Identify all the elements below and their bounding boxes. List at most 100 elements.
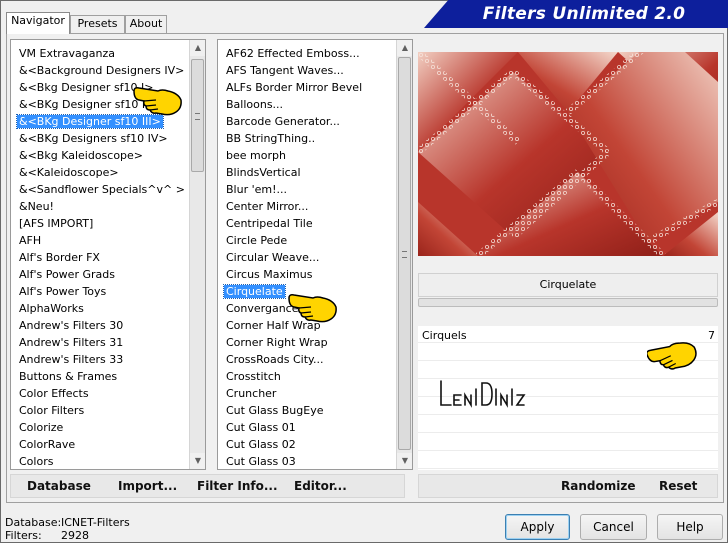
category-item-label: &<Kaleidoscope> <box>19 166 119 179</box>
category-item[interactable]: Color Filters <box>11 402 189 419</box>
filter-item[interactable]: Center Mirror... <box>218 198 396 215</box>
filter-listbox[interactable]: AF62 Effected Emboss... AFS Tangent Waves… <box>217 39 413 470</box>
category-item-label: Alf's Power Toys <box>19 285 107 298</box>
category-item[interactable]: Alf's Power Grads <box>11 266 189 283</box>
filter-item[interactable]: Cut Glass 03 <box>218 453 396 469</box>
category-item[interactable]: ColorRave <box>11 436 189 453</box>
filter-item[interactable]: Balloons... <box>218 96 396 113</box>
category-item-label: Andrew's Filters 33 <box>19 353 124 366</box>
filter-info-button[interactable]: Filter Info... <box>197 475 278 497</box>
cancel-button[interactable]: Cancel <box>580 514 647 540</box>
filter-item-label: AFS Tangent Waves... <box>226 64 344 77</box>
category-item-label: ColorRave <box>19 438 76 451</box>
filter-item[interactable]: Cut Glass 01 <box>218 419 396 436</box>
filter-item-label: Corner Right Wrap <box>226 336 328 349</box>
category-item-label: Buttons & Frames <box>19 370 118 383</box>
category-scroll-thumb[interactable] <box>191 59 204 172</box>
filter-scrollbar[interactable]: ▲ ▼ <box>396 40 412 469</box>
category-item[interactable]: &<Bkg Kaleidoscope> <box>11 147 189 164</box>
filter-item[interactable]: Centripedal Tile <box>218 215 396 232</box>
filter-item-label: Cruncher <box>226 387 277 400</box>
filter-item[interactable]: Blur 'em!... <box>218 181 396 198</box>
tab-about[interactable]: About <box>125 15 167 33</box>
category-item[interactable]: &<Kaleidoscope> <box>11 164 189 181</box>
parameter-row-empty <box>418 452 718 469</box>
category-item[interactable]: Colors <box>11 453 189 469</box>
filter-item[interactable]: Circular Weave... <box>218 249 396 266</box>
filter-item-label: Cut Glass 02 <box>226 438 296 451</box>
filter-item[interactable]: Cut Glass 02 <box>218 436 396 453</box>
category-item[interactable]: VM Extravaganza <box>11 45 189 62</box>
filter-scroll-thumb[interactable] <box>398 57 411 450</box>
category-item[interactable]: Buttons & Frames <box>11 368 189 385</box>
filter-item-label: Cut Glass BugEye <box>226 404 324 417</box>
category-item-label: &<BKg Designers sf10 IV> <box>19 132 168 145</box>
category-item-label: AlphaWorks <box>19 302 84 315</box>
parameter-label: Cirquels <box>422 329 467 342</box>
category-item[interactable]: &<Sandflower Specials^v^ > <box>11 181 189 198</box>
filter-item[interactable]: BlindsVertical <box>218 164 396 181</box>
category-item[interactable]: Andrew's Filters 30 <box>11 317 189 334</box>
scroll-up-arrow-icon[interactable]: ▲ <box>397 40 412 56</box>
filter-item-label: Centripedal Tile <box>226 217 313 230</box>
category-item[interactable]: AlphaWorks <box>11 300 189 317</box>
category-item[interactable]: Alf's Border FX <box>11 249 189 266</box>
filters-label: Filters: <box>5 529 42 542</box>
category-item[interactable]: Color Effects <box>11 385 189 402</box>
left-toolbar: Database Import... Filter Info... Editor… <box>10 474 405 498</box>
scroll-up-arrow-icon[interactable]: ▲ <box>190 40 205 56</box>
category-item[interactable]: &<BKg Designers sf10 IV> <box>11 130 189 147</box>
filters-count: 2928 <box>61 529 89 542</box>
category-item[interactable]: &Neu! <box>11 198 189 215</box>
filter-item[interactable]: CrossRoads City... <box>218 351 396 368</box>
category-item[interactable]: Alf's Power Toys <box>11 283 189 300</box>
parameter-row-empty <box>418 434 718 451</box>
parameter-value[interactable]: 7 <box>708 329 715 342</box>
filter-item-label: Crosstitch <box>226 370 281 383</box>
filter-item-label: Balloons... <box>226 98 284 111</box>
filters-info: Filters: 2928 <box>5 529 89 542</box>
reset-button[interactable]: Reset <box>659 475 697 497</box>
filter-item-label: Cirquelate <box>223 284 286 299</box>
filter-item[interactable]: AFS Tangent Waves... <box>218 62 396 79</box>
category-item[interactable]: [AFS IMPORT] <box>11 215 189 232</box>
database-label: Database: <box>5 516 62 529</box>
filter-item-label: BB StringThing.. <box>226 132 316 145</box>
filter-item[interactable]: Circus Maximus <box>218 266 396 283</box>
category-item-label: &<Bkg Kaleidoscope> <box>19 149 144 162</box>
tab-presets[interactable]: Presets <box>70 15 125 33</box>
help-button[interactable]: Help <box>657 514 723 540</box>
filter-item[interactable]: Cut Glass BugEye <box>218 402 396 419</box>
editor-button[interactable]: Editor... <box>294 475 347 497</box>
filter-item[interactable]: BB StringThing.. <box>218 130 396 147</box>
category-item[interactable]: Andrew's Filters 33 <box>11 351 189 368</box>
category-item[interactable]: AFH <box>11 232 189 249</box>
tab-navigator[interactable]: Navigator <box>6 12 70 34</box>
filter-item[interactable]: Barcode Generator... <box>218 113 396 130</box>
scroll-down-arrow-icon[interactable]: ▼ <box>190 453 205 469</box>
filter-item-label: Circus Maximus <box>226 268 313 281</box>
apply-button[interactable]: Apply <box>505 514 570 540</box>
randomize-button[interactable]: Randomize <box>561 475 635 497</box>
category-item[interactable]: Andrew's Filters 31 <box>11 334 189 351</box>
category-item-label: Colors <box>19 455 54 468</box>
database-button[interactable]: Database <box>27 475 91 497</box>
window-title: Filters Unlimited 2.0 <box>482 4 686 24</box>
filter-item[interactable]: Cruncher <box>218 385 396 402</box>
category-item[interactable]: &<Background Designers IV> <box>11 62 189 79</box>
filter-item[interactable]: Corner Right Wrap <box>218 334 396 351</box>
import-button[interactable]: Import... <box>118 475 177 497</box>
category-item-label: Andrew's Filters 31 <box>19 336 124 349</box>
category-item-label: AFH <box>19 234 42 247</box>
filter-item[interactable]: Crosstitch <box>218 368 396 385</box>
parameter-row-empty <box>418 416 718 433</box>
database-value: ICNET-Filters <box>61 516 130 529</box>
filter-item[interactable]: Circle Pede <box>218 232 396 249</box>
scroll-down-arrow-icon[interactable]: ▼ <box>397 453 412 469</box>
filter-item[interactable]: bee morph <box>218 147 396 164</box>
filter-item[interactable]: AF62 Effected Emboss... <box>218 45 396 62</box>
category-item[interactable]: Colorize <box>11 419 189 436</box>
filter-item-label: CrossRoads City... <box>226 353 324 366</box>
category-scrollbar[interactable]: ▲ ▼ <box>189 40 205 469</box>
filter-item[interactable]: ALFs Border Mirror Bevel <box>218 79 396 96</box>
